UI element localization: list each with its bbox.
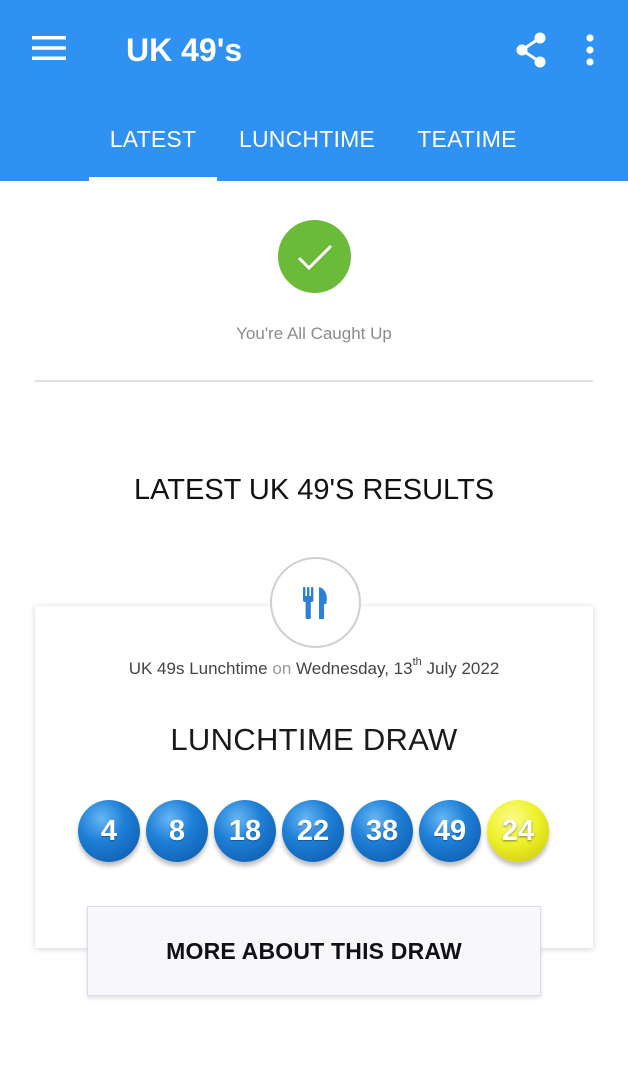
tab-bar: LATEST LUNCHTIME TEATIME bbox=[0, 118, 628, 181]
draw-result-card bbox=[35, 606, 593, 948]
result-balls: 4 8 18 22 38 49 24 bbox=[78, 800, 550, 866]
section-heading: LATEST UK 49'S RESULTS bbox=[133, 474, 495, 506]
draw-on-text: on bbox=[272, 659, 292, 678]
draw-title: LUNCHTIME DRAW bbox=[170, 722, 458, 757]
draw-meta: UK 49s Lunchtime on Wednesday, 13th July… bbox=[0, 656, 628, 679]
cutlery-icon bbox=[270, 557, 361, 648]
app-bar: UK 49's LATEST LUNCHTIME TEATIME bbox=[0, 0, 628, 181]
lottery-ball: 18 bbox=[214, 800, 276, 862]
more-vert-icon[interactable] bbox=[572, 24, 608, 76]
caught-up-text: You're All Caught Up bbox=[236, 324, 392, 343]
share-icon[interactable] bbox=[505, 24, 557, 76]
divider bbox=[35, 380, 593, 382]
lottery-ball: 8 bbox=[146, 800, 208, 862]
draw-name: UK 49s Lunchtime bbox=[128, 659, 268, 678]
draw-date-month: July 2022 bbox=[426, 659, 500, 678]
lottery-ball: 22 bbox=[282, 800, 344, 862]
draw-date-suffix: th bbox=[412, 656, 422, 668]
app-title: UK 49's bbox=[126, 32, 243, 68]
tab-lunchtime[interactable]: LUNCHTIME bbox=[228, 118, 386, 181]
draw-date-day: Wednesday, 13 bbox=[296, 659, 413, 678]
bonus-ball: 24 bbox=[487, 800, 549, 862]
active-tab-indicator bbox=[89, 177, 217, 181]
hamburger-menu-icon[interactable] bbox=[22, 28, 76, 68]
more-about-draw-button[interactable]: MORE ABOUT THIS DRAW bbox=[87, 906, 541, 996]
check-icon bbox=[278, 220, 351, 293]
tab-latest[interactable]: LATEST bbox=[89, 118, 217, 181]
tab-teatime[interactable]: TEATIME bbox=[404, 118, 530, 181]
lottery-ball: 4 bbox=[78, 800, 140, 862]
lottery-ball: 38 bbox=[351, 800, 413, 862]
lottery-ball: 49 bbox=[419, 800, 481, 862]
